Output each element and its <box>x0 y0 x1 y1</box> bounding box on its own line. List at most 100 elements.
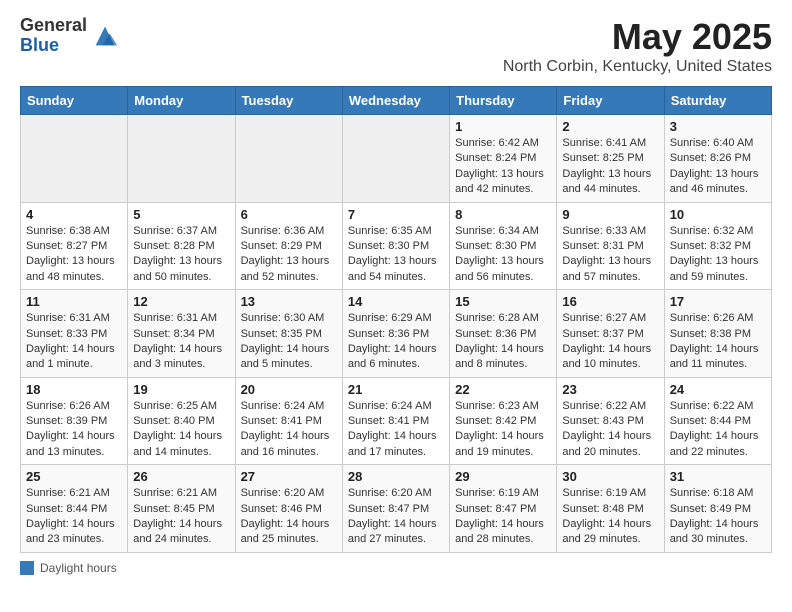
calendar-cell <box>128 115 235 203</box>
day-number: 26 <box>133 469 229 484</box>
weekday-header-wednesday: Wednesday <box>342 87 449 115</box>
day-number: 13 <box>241 294 337 309</box>
title-section: May 2025 North Corbin, Kentucky, United … <box>503 16 772 76</box>
legend-color-box <box>20 561 34 575</box>
day-number: 24 <box>670 382 766 397</box>
calendar-cell: 5Sunrise: 6:37 AMSunset: 8:28 PMDaylight… <box>128 202 235 290</box>
weekday-header-sunday: Sunday <box>21 87 128 115</box>
calendar-cell: 29 Sunrise: 6:19 AMSunset: 8:47 PMDayligh… <box>450 465 557 553</box>
calendar-cell: 19 Sunrise: 6:25 AMSunset: 8:40 PMDayligh… <box>128 377 235 465</box>
weekday-header-monday: Monday <box>128 87 235 115</box>
calendar-cell: 10Sunrise: 6:32 AMSunset: 8:32 PMDayligh… <box>664 202 771 290</box>
calendar-week-row: 4 Sunrise: 6:38 AMSunset: 8:27 PMDaylight… <box>21 202 772 290</box>
calendar-cell: 31Sunrise: 6:18 AMSunset: 8:49 PMDayligh… <box>664 465 771 553</box>
calendar-cell <box>235 115 342 203</box>
day-number: 1 <box>455 119 551 134</box>
weekday-header-friday: Friday <box>557 87 664 115</box>
day-info: Sunrise: 6:42 AMSunset: 8:24 PMDaylight:… <box>455 136 551 198</box>
day-number: 29 <box>455 469 551 484</box>
day-info: Sunrise: 6:28 AMSunset: 8:36 PMDaylight:… <box>455 311 551 373</box>
day-number: 3 <box>670 119 766 134</box>
day-info: Sunrise: 6:21 AMSunset: 8:45 PMDaylight:… <box>133 486 229 548</box>
day-number: 2 <box>562 119 658 134</box>
calendar-cell: 30 Sunrise: 6:19 AMSunset: 8:48 PMDayligh… <box>557 465 664 553</box>
calendar-cell: 21Sunrise: 6:24 AMSunset: 8:41 PMDayligh… <box>342 377 449 465</box>
legend-label: Daylight hours <box>40 561 117 575</box>
day-number: 11 <box>26 294 122 309</box>
day-info: Sunrise: 6:26 AMSunset: 8:38 PMDaylight:… <box>670 311 766 373</box>
day-info: Sunrise: 6:38 AMSunset: 8:27 PMDaylight:… <box>26 224 122 286</box>
calendar-cell: 8 Sunrise: 6:34 AMSunset: 8:30 PMDaylight… <box>450 202 557 290</box>
day-number: 19 <box>133 382 229 397</box>
calendar-cell: 26 Sunrise: 6:21 AMSunset: 8:45 PMDayligh… <box>128 465 235 553</box>
day-info: Sunrise: 6:22 AMSunset: 8:43 PMDaylight:… <box>562 399 658 461</box>
day-number: 25 <box>26 469 122 484</box>
day-info: Sunrise: 6:23 AMSunset: 8:42 PMDaylight:… <box>455 399 551 461</box>
calendar-cell: 20Sunrise: 6:24 AMSunset: 8:41 PMDayligh… <box>235 377 342 465</box>
logo-blue-text: Blue <box>20 36 87 56</box>
month-year-title: May 2025 <box>503 16 772 58</box>
calendar-table: SundayMondayTuesdayWednesdayThursdayFrid… <box>20 86 772 553</box>
day-number: 30 <box>562 469 658 484</box>
day-info: Sunrise: 6:22 AMSunset: 8:44 PMDaylight:… <box>670 399 766 461</box>
day-info: Sunrise: 6:36 AMSunset: 8:29 PMDaylight:… <box>241 224 337 286</box>
day-info: Sunrise: 6:31 AMSunset: 8:33 PMDaylight:… <box>26 311 122 373</box>
calendar-cell: 14Sunrise: 6:29 AMSunset: 8:36 PMDayligh… <box>342 290 449 378</box>
day-number: 4 <box>26 207 122 222</box>
day-info: Sunrise: 6:31 AMSunset: 8:34 PMDaylight:… <box>133 311 229 373</box>
calendar-cell: 11 Sunrise: 6:31 AMSunset: 8:33 PMDayligh… <box>21 290 128 378</box>
day-info: Sunrise: 6:27 AMSunset: 8:37 PMDaylight:… <box>562 311 658 373</box>
day-info: Sunrise: 6:19 AMSunset: 8:47 PMDaylight:… <box>455 486 551 548</box>
day-number: 27 <box>241 469 337 484</box>
day-info: Sunrise: 6:37 AMSunset: 8:28 PMDaylight:… <box>133 224 229 286</box>
calendar-cell: 3 Sunrise: 6:40 AMSunset: 8:26 PMDaylight… <box>664 115 771 203</box>
day-number: 17 <box>670 294 766 309</box>
calendar-cell: 1 Sunrise: 6:42 AMSunset: 8:24 PMDaylight… <box>450 115 557 203</box>
calendar-cell: 17 Sunrise: 6:26 AMSunset: 8:38 PMDayligh… <box>664 290 771 378</box>
day-info: Sunrise: 6:40 AMSunset: 8:26 PMDaylight:… <box>670 136 766 198</box>
calendar-cell: 18Sunrise: 6:26 AMSunset: 8:39 PMDayligh… <box>21 377 128 465</box>
day-number: 10 <box>670 207 766 222</box>
calendar-week-row: 18Sunrise: 6:26 AMSunset: 8:39 PMDayligh… <box>21 377 772 465</box>
day-info: Sunrise: 6:19 AMSunset: 8:48 PMDaylight:… <box>562 486 658 548</box>
weekday-header-saturday: Saturday <box>664 87 771 115</box>
calendar-cell: 12 Sunrise: 6:31 AMSunset: 8:34 PMDayligh… <box>128 290 235 378</box>
day-number: 22 <box>455 382 551 397</box>
calendar-cell: 7 Sunrise: 6:35 AMSunset: 8:30 PMDaylight… <box>342 202 449 290</box>
day-number: 7 <box>348 207 444 222</box>
day-info: Sunrise: 6:20 AMSunset: 8:46 PMDaylight:… <box>241 486 337 548</box>
day-number: 16 <box>562 294 658 309</box>
day-info: Sunrise: 6:34 AMSunset: 8:30 PMDaylight:… <box>455 224 551 286</box>
location-text: North Corbin, Kentucky, United States <box>503 58 772 76</box>
calendar-cell: 28Sunrise: 6:20 AMSunset: 8:47 PMDayligh… <box>342 465 449 553</box>
day-info: Sunrise: 6:18 AMSunset: 8:49 PMDaylight:… <box>670 486 766 548</box>
calendar-cell <box>342 115 449 203</box>
calendar-cell: 23 Sunrise: 6:22 AMSunset: 8:43 PMDayligh… <box>557 377 664 465</box>
weekday-header-tuesday: Tuesday <box>235 87 342 115</box>
logo-icon <box>91 22 119 50</box>
day-info: Sunrise: 6:25 AMSunset: 8:40 PMDaylight:… <box>133 399 229 461</box>
page-header: General Blue May 2025 North Corbin, Kent… <box>20 16 772 76</box>
calendar-cell: 13Sunrise: 6:30 AMSunset: 8:35 PMDayligh… <box>235 290 342 378</box>
day-number: 12 <box>133 294 229 309</box>
calendar-cell: 22 Sunrise: 6:23 AMSunset: 8:42 PMDayligh… <box>450 377 557 465</box>
calendar-cell: 6 Sunrise: 6:36 AMSunset: 8:29 PMDaylight… <box>235 202 342 290</box>
day-info: Sunrise: 6:33 AMSunset: 8:31 PMDaylight:… <box>562 224 658 286</box>
logo-general-text: General <box>20 16 87 36</box>
day-number: 23 <box>562 382 658 397</box>
day-number: 6 <box>241 207 337 222</box>
calendar-cell: 4 Sunrise: 6:38 AMSunset: 8:27 PMDaylight… <box>21 202 128 290</box>
day-number: 18 <box>26 382 122 397</box>
day-number: 8 <box>455 207 551 222</box>
day-info: Sunrise: 6:21 AMSunset: 8:44 PMDaylight:… <box>26 486 122 548</box>
calendar-cell: 24 Sunrise: 6:22 AMSunset: 8:44 PMDayligh… <box>664 377 771 465</box>
day-number: 15 <box>455 294 551 309</box>
calendar-week-row: 25 Sunrise: 6:21 AMSunset: 8:44 PMDayligh… <box>21 465 772 553</box>
day-info: Sunrise: 6:29 AMSunset: 8:36 PMDaylight:… <box>348 311 444 373</box>
day-number: 21 <box>348 382 444 397</box>
calendar-cell <box>21 115 128 203</box>
weekday-header-thursday: Thursday <box>450 87 557 115</box>
logo: General Blue <box>20 16 119 56</box>
day-info: Sunrise: 6:20 AMSunset: 8:47 PMDaylight:… <box>348 486 444 548</box>
day-info: Sunrise: 6:35 AMSunset: 8:30 PMDaylight:… <box>348 224 444 286</box>
